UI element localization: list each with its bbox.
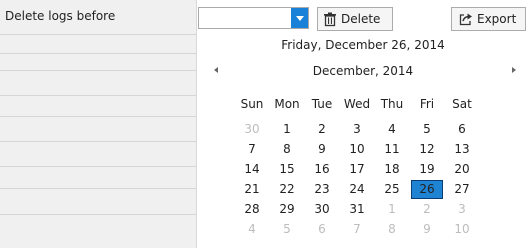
calendar-day[interactable]: 17 (341, 160, 373, 179)
calendar-day[interactable]: 13 (446, 140, 478, 159)
calendar-day[interactable]: 14 (236, 160, 268, 179)
calendar-day[interactable]: 10 (341, 140, 373, 159)
calendar-day-other-month[interactable]: 3 (446, 200, 478, 219)
calendar-day[interactable]: 24 (341, 180, 373, 199)
settings-row: Delete logs before (0, 0, 197, 35)
calendar-day-other-month[interactable]: 2 (411, 200, 443, 219)
calendar-day[interactable]: 11 (376, 140, 408, 159)
settings-row (0, 167, 197, 189)
calendar-day[interactable]: 1 (271, 120, 303, 139)
calendar-day-other-month[interactable]: 30 (236, 120, 268, 139)
calendar-day-other-month[interactable]: 4 (236, 220, 268, 239)
trash-icon (324, 12, 336, 27)
calendar-day-selected[interactable]: 26 (411, 180, 443, 199)
calendar-day-other-month[interactable]: 5 (271, 220, 303, 239)
weekday-header: Sun (240, 97, 264, 111)
weekday-header: Tue (311, 97, 333, 111)
calendar-day[interactable]: 4 (376, 120, 408, 139)
calendar-day[interactable]: 25 (376, 180, 408, 199)
calendar-day-other-month[interactable]: 6 (306, 220, 338, 239)
calendar-day[interactable]: 30 (306, 200, 338, 219)
calendar-day-other-month[interactable]: 1 (376, 200, 408, 219)
calendar-day[interactable]: 29 (271, 200, 303, 219)
calendar-day[interactable]: 8 (271, 140, 303, 159)
settings-pane: Delete logs before (0, 0, 197, 248)
calendar-day[interactable]: 12 (411, 140, 443, 159)
export-icon (459, 13, 472, 26)
calendar-day[interactable]: 2 (306, 120, 338, 139)
calendar-day[interactable]: 15 (271, 160, 303, 179)
calendar-day[interactable]: 19 (411, 160, 443, 179)
settings-row (0, 71, 197, 96)
settings-row (0, 35, 197, 54)
weekday-header: Fri (419, 97, 435, 111)
calendar-day[interactable]: 6 (446, 120, 478, 139)
weekday-header: Thu (380, 97, 404, 111)
calendar-day[interactable]: 22 (271, 180, 303, 199)
weekday-header: Wed (343, 97, 371, 111)
weekday-header: Mon (274, 97, 300, 111)
today-link[interactable]: Friday, December 26, 2014 (197, 38, 529, 52)
calendar-day[interactable]: 21 (236, 180, 268, 199)
calendar-day[interactable]: 5 (411, 120, 443, 139)
month-title[interactable]: December, 2014 (197, 64, 529, 78)
export-button[interactable]: Export (451, 7, 526, 31)
calendar-day[interactable]: 23 (306, 180, 338, 199)
delete-logs-label: Delete logs before (5, 9, 116, 23)
calendar-day[interactable]: 20 (446, 160, 478, 179)
calendar-day[interactable]: 27 (446, 180, 478, 199)
calendar-day[interactable]: 18 (376, 160, 408, 179)
date-dropdown-button[interactable] (291, 8, 308, 28)
calendar-day-other-month[interactable]: 8 (376, 220, 408, 239)
delete-button-label: Delete (341, 12, 381, 26)
weekday-header: Sat (452, 97, 472, 111)
settings-row (0, 96, 197, 117)
settings-row (0, 189, 197, 215)
calendar-day-other-month[interactable]: 9 (411, 220, 443, 239)
next-month-icon[interactable] (512, 67, 516, 73)
calendar-day[interactable]: 7 (236, 140, 268, 159)
calendar-day[interactable]: 3 (341, 120, 373, 139)
calendar-day[interactable]: 31 (341, 200, 373, 219)
settings-row (0, 142, 197, 167)
delete-button[interactable]: Delete (317, 7, 393, 31)
date-picker-calendar: Friday, December 26, 2014 December, 2014… (197, 32, 529, 248)
export-button-label: Export (477, 12, 517, 26)
calendar-day[interactable]: 28 (236, 200, 268, 219)
settings-row (0, 54, 197, 71)
calendar-day[interactable]: 9 (306, 140, 338, 159)
calendar-day-other-month[interactable]: 7 (341, 220, 373, 239)
calendar-day[interactable]: 16 (306, 160, 338, 179)
calendar-day-other-month[interactable]: 10 (446, 220, 478, 239)
settings-row (0, 117, 197, 142)
chevron-down-icon (295, 15, 304, 21)
